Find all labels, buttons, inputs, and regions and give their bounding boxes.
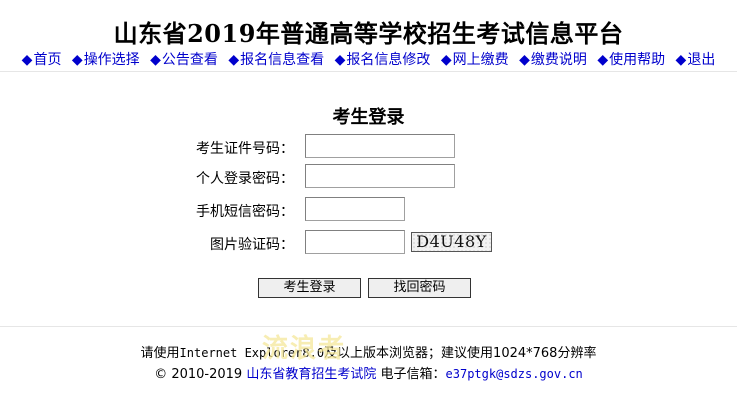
nav-label: 缴费说明	[530, 52, 587, 68]
browser-notice: 请使用Internet Explorer8.0及以上版本浏览器；建议使用1024…	[0, 342, 737, 361]
notice-suffix: 及以上版本浏览器；建议使用1024*768分辨率	[324, 346, 597, 361]
sms-code-label: 手机短信密码：	[196, 204, 294, 220]
notice-browser: Internet Explorer8.0	[179, 346, 325, 360]
diamond-bullet-icon: ◆	[150, 52, 161, 68]
nav-registration-view[interactable]: ◆报名信息查看	[228, 52, 324, 68]
sms-code-row: 手机短信密码：	[0, 197, 737, 221]
captcha-row: 图片验证码：	[0, 230, 737, 254]
copyright-line: © 2010-2019 山东省教育招生考试院 电子信箱：e37ptgk@sdzs…	[0, 363, 737, 382]
diamond-bullet-icon: ◆	[440, 52, 452, 68]
nav-payment-info[interactable]: ◆缴费说明	[519, 52, 587, 68]
diamond-bullet-icon: ◆	[334, 52, 346, 68]
login-button[interactable]: 考生登录	[258, 278, 361, 298]
sms-code-input[interactable]	[305, 197, 405, 221]
nav-registration-edit[interactable]: ◆报名信息修改	[335, 52, 431, 68]
exam-id-label: 考生证件号码：	[196, 141, 294, 157]
page-title: 山东省2019年普通高等学校招生考试信息平台	[113, 19, 624, 48]
nav-announcements[interactable]: ◆公告查看	[150, 52, 218, 68]
nav-label: 退出	[687, 52, 716, 68]
nav-label: 操作选择	[83, 52, 140, 68]
diamond-bullet-icon: ◆	[519, 52, 530, 68]
nav-logout[interactable]: ◆退出	[676, 52, 716, 68]
nav-label: 使用帮助	[609, 52, 666, 68]
footer-divider	[0, 326, 737, 327]
top-nav: ◆首页 ◆操作选择 ◆公告查看 ◆报名信息查看 ◆报名信息修改 ◆网上缴费 ◆缴…	[0, 49, 737, 69]
notice-prefix: 请使用	[140, 346, 180, 361]
nav-home[interactable]: ◆首页	[22, 52, 62, 68]
diamond-bullet-icon: ◆	[71, 52, 83, 68]
nav-label: 报名信息修改	[346, 52, 431, 68]
diamond-bullet-icon: ◆	[597, 52, 609, 68]
email-link[interactable]: e37ptgk@sdzs.gov.cn	[446, 367, 583, 381]
nav-operation-select[interactable]: ◆操作选择	[72, 52, 140, 68]
captcha-image[interactable]: D4U48Y	[411, 232, 492, 252]
exam-id-row: 考生证件号码：	[0, 134, 737, 158]
nav-help[interactable]: ◆使用帮助	[597, 52, 665, 68]
captcha-label: 图片验证码：	[210, 237, 294, 253]
password-label: 个人登录密码：	[196, 171, 294, 187]
nav-label: 网上缴费	[452, 52, 509, 68]
captcha-text: D4U48Y	[416, 232, 487, 251]
org-link[interactable]: 山东省教育招生考试院	[246, 367, 376, 382]
captcha-input[interactable]	[305, 230, 405, 254]
nav-label: 报名信息查看	[240, 52, 325, 68]
password-row: 个人登录密码：	[0, 164, 737, 188]
header-divider	[0, 71, 737, 72]
password-input[interactable]	[305, 164, 455, 188]
email-label: 电子信箱：	[380, 367, 446, 382]
copyright-text: © 2010-2019	[154, 367, 243, 382]
nav-online-payment[interactable]: ◆网上缴费	[441, 52, 509, 68]
diamond-bullet-icon: ◆	[21, 52, 33, 68]
exam-id-input[interactable]	[305, 134, 455, 158]
nav-label: 首页	[33, 52, 62, 68]
diamond-bullet-icon: ◆	[228, 52, 240, 68]
recover-password-button[interactable]: 找回密码	[368, 278, 471, 298]
diamond-bullet-icon: ◆	[675, 52, 687, 68]
login-title: 考生登录	[332, 107, 405, 128]
nav-label: 公告查看	[161, 52, 218, 68]
